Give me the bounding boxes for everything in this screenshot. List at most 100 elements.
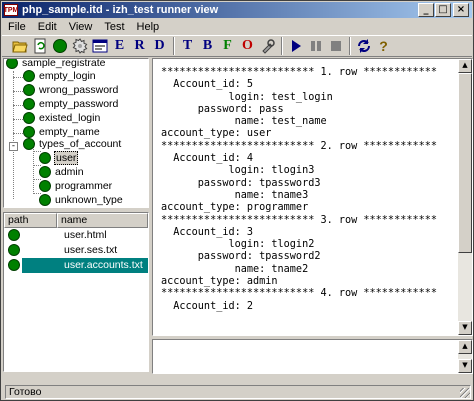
scroll-up-button[interactable]: ▲ (458, 340, 472, 354)
menu-bar: File Edit View Test Help (2, 18, 472, 35)
scroll-down-button[interactable]: ▼ (458, 321, 472, 335)
menu-help[interactable]: Help (131, 21, 166, 33)
t-button[interactable]: T (178, 37, 197, 55)
status-dot-icon (8, 259, 20, 271)
collapse-toggle-icon[interactable]: - (9, 142, 18, 151)
tools-icon[interactable] (258, 37, 277, 55)
tree-node-label: types_of_account (39, 138, 122, 150)
e-button[interactable]: E (110, 37, 129, 55)
test-tree[interactable]: sample_registrate empty_login wrong_pass… (3, 58, 149, 208)
f-button[interactable]: F (218, 37, 237, 55)
log-line: Account_id: 2 (161, 300, 254, 312)
properties-button[interactable] (90, 37, 109, 55)
tree-node[interactable]: empty_password (23, 97, 119, 111)
file-row-selected[interactable]: user.accounts.txt (4, 258, 148, 273)
status-text: Готово (5, 385, 471, 399)
status-dot-icon (23, 98, 35, 110)
open-folder-button[interactable] (10, 37, 29, 55)
column-header-name[interactable]: name (57, 213, 148, 228)
b-button[interactable]: B (198, 37, 217, 55)
window-title: php_sample.itd - izh_test runner view (22, 4, 219, 16)
menu-edit[interactable]: Edit (32, 21, 63, 33)
stop-icon[interactable] (326, 37, 345, 55)
file-list-header: path name (4, 213, 148, 228)
tree-node-label: existed_login (39, 112, 101, 124)
log-line: name: test_name (161, 116, 327, 128)
log-line: account_type: programmer (161, 202, 309, 214)
scroll-up-button[interactable]: ▲ (458, 59, 472, 73)
tree-node[interactable]: admin (39, 165, 85, 179)
d-button[interactable]: D (150, 37, 169, 55)
file-name: user.accounts.txt (64, 259, 143, 271)
output-pane[interactable]: ************************* 1. row *******… (152, 58, 473, 336)
play-icon[interactable] (286, 37, 305, 55)
log-line: ************************* 2. row *******… (161, 140, 438, 152)
log-line: login: tlogin2 (161, 239, 315, 251)
menu-view[interactable]: View (63, 21, 99, 33)
status-dot-icon (23, 112, 35, 124)
tree-node-types-of-account[interactable]: types_of_account (23, 137, 122, 151)
vertical-scrollbar[interactable]: ▲ ▼ (458, 59, 472, 335)
refresh-doc-button[interactable] (30, 37, 49, 55)
resize-grip-icon[interactable] (460, 388, 470, 398)
status-dot-icon (23, 70, 35, 82)
vertical-scrollbar[interactable]: ▲ ▼ (458, 340, 472, 373)
toolbar-separator (281, 37, 283, 55)
minimize-button[interactable]: _ (418, 3, 434, 17)
file-name: user.html (64, 229, 107, 241)
help-icon[interactable]: ? (374, 37, 393, 55)
tree-node-label: admin (55, 166, 84, 178)
tree-line (13, 91, 23, 92)
file-name: user.ses.txt (64, 244, 118, 256)
pause-icon[interactable] (306, 37, 325, 55)
status-dot-icon (23, 138, 35, 150)
log-line: Account_id: 3 (161, 226, 254, 238)
toolbar-separator (349, 37, 351, 55)
tree-line (13, 119, 23, 120)
tree-node-label: wrong_password (39, 84, 119, 96)
status-dot-icon (8, 229, 20, 241)
details-pane[interactable]: ▲ ▼ (152, 339, 473, 374)
tree-node[interactable]: unknown_type (39, 193, 124, 207)
column-header-path[interactable]: path (4, 213, 57, 228)
app-icon[interactable]: TPM (4, 4, 18, 16)
status-dot-icon (39, 166, 51, 178)
tree-node-label: empty_password (39, 98, 119, 110)
menu-file[interactable]: File (2, 21, 32, 33)
log-line: password: tpassword3 (161, 177, 321, 189)
status-dot-icon (39, 194, 51, 206)
tree-line (13, 77, 23, 78)
menu-test[interactable]: Test (98, 21, 130, 33)
tree-line (13, 105, 23, 106)
tree-node[interactable]: existed_login (23, 111, 101, 125)
tree-node-label: unknown_type (55, 194, 123, 206)
status-dot-icon (23, 84, 35, 96)
log-line: ************************* 1. row *******… (161, 67, 438, 78)
tree-node-user[interactable]: user (39, 151, 79, 165)
tree-node[interactable]: programmer (39, 179, 113, 193)
scroll-thumb[interactable] (458, 73, 472, 253)
file-row[interactable]: user.ses.txt (4, 243, 148, 258)
scroll-down-button[interactable]: ▼ (458, 359, 472, 373)
status-dot-icon (8, 244, 20, 256)
log-line: password: pass (161, 103, 284, 115)
settings-icon[interactable] (70, 37, 89, 55)
r-button[interactable]: R (130, 37, 149, 55)
toolbar: E R D T B F O ? (2, 35, 472, 57)
file-list[interactable]: path name user.html user.ses.txt user.ac… (3, 212, 149, 372)
tree-node-label: programmer (55, 180, 113, 192)
tree-node[interactable]: empty_login (23, 69, 97, 83)
file-row[interactable]: user.html (4, 228, 148, 243)
tree-node-label: empty_login (39, 70, 96, 82)
close-button[interactable]: × (453, 3, 469, 17)
status-dot-icon (6, 59, 18, 69)
status-dot-icon (39, 180, 51, 192)
o-button[interactable]: O (238, 37, 257, 55)
title-bar[interactable]: TPM php_sample.itd - izh_test runner vie… (2, 2, 472, 18)
status-bar: Готово (2, 384, 472, 400)
tree-node[interactable]: wrong_password (23, 83, 119, 97)
reload-icon[interactable] (354, 37, 373, 55)
run-green-button[interactable] (50, 37, 69, 55)
app-window: TPM php_sample.itd - izh_test runner vie… (0, 0, 474, 401)
maximize-button[interactable]: □ (435, 3, 451, 17)
